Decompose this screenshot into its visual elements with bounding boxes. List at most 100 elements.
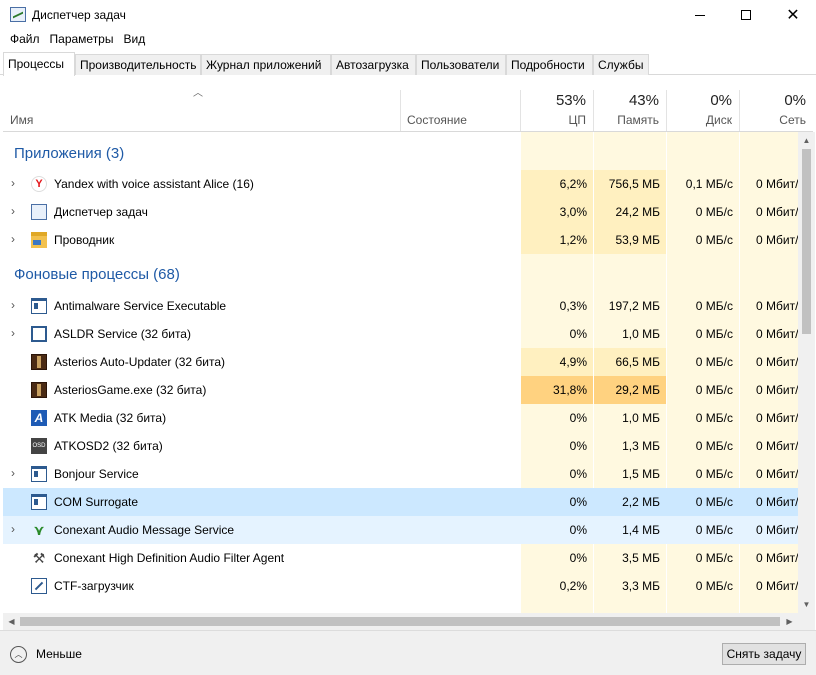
close-icon: ✕ (786, 7, 800, 24)
table-row[interactable]: › Y Yandex with voice assistant Alice (16)… (3, 170, 798, 198)
table-row[interactable]: A ATK Media (32 бита) 0% 1,0 МБ 0 МБ/с 0 Мбит… (3, 404, 798, 432)
process-name: Диспетчер задач (54, 205, 148, 219)
ctf-icon (31, 578, 47, 594)
disk-value: 0 МБ/с (695, 551, 733, 565)
column-header-state[interactable]: Состояние (401, 90, 520, 131)
cpu-value: 0% (569, 551, 587, 565)
disk-value: 0 МБ/с (695, 299, 733, 313)
asterios-icon (31, 354, 47, 370)
close-button[interactable]: ✕ (770, 0, 816, 30)
window-icon (31, 466, 47, 482)
table-row[interactable]: COM Surrogate 0% 2,2 МБ 0 МБ/с 0 Мбит/с (3, 488, 798, 516)
tab-app-history[interactable]: Журнал приложений (201, 54, 331, 75)
network-value: 0 Мбит/с (756, 439, 798, 453)
disk-total-percent: 0% (710, 92, 732, 109)
process-name: AsteriosGame.exe (32 бита) (54, 383, 207, 397)
memory-value: 1,0 МБ (622, 327, 660, 341)
memory-value: 29,2 МБ (594, 376, 666, 404)
column-header-cpu[interactable]: 53% ЦП (521, 90, 593, 131)
tab-processes[interactable]: Процессы (3, 52, 75, 76)
cpu-value: 4,9% (521, 348, 593, 376)
tab-details[interactable]: Подробности (506, 54, 593, 75)
group-background: Фоновые процессы (68) (3, 260, 798, 290)
menu-view[interactable]: Вид (120, 30, 152, 50)
tab-users[interactable]: Пользователи (416, 54, 506, 75)
tools-icon: ⚒ (32, 550, 46, 566)
maximize-button[interactable] (723, 0, 769, 30)
chevron-right-icon[interactable]: › (11, 226, 15, 254)
group-background-title: Фоновые процессы (68) (14, 266, 180, 283)
vertical-scroll-thumb[interactable] (802, 149, 811, 334)
tab-services[interactable]: Службы (593, 54, 649, 75)
disk-value: 0 МБ/с (695, 205, 733, 219)
fewer-details-button[interactable]: ︿ Меньше (10, 644, 82, 664)
chevron-right-icon[interactable]: › (11, 320, 15, 348)
memory-value: 1,4 МБ (622, 523, 660, 537)
cpu-value: 0,3% (559, 299, 587, 313)
column-header-disk[interactable]: 0% Диск (667, 90, 739, 131)
end-task-button[interactable]: Снять задачу (722, 643, 806, 665)
column-cpu-label: ЦП (568, 113, 586, 127)
column-header-name[interactable]: Имя (3, 90, 400, 131)
cpu-value: 31,8% (521, 376, 593, 404)
minimize-button[interactable] (677, 0, 723, 30)
disk-value: 0,1 МБ/с (685, 177, 733, 191)
memory-value: 1,0 МБ (622, 411, 660, 425)
table-row[interactable]: › ⋎ Conexant Audio Message Service 0% 1,4 МБ… (3, 516, 798, 544)
tab-startup[interactable]: Автозагрузка (331, 54, 416, 75)
network-value: 0 Мбит/с (756, 551, 798, 565)
table-row[interactable]: Asterios Auto-Updater (32 бита) 4,9% 66,5 … (3, 348, 798, 376)
task-manager-icon (10, 7, 26, 22)
memory-value: 197,2 МБ (608, 299, 660, 313)
scroll-right-icon[interactable]: ▶ (781, 613, 798, 630)
process-list: Приложения (3) Фоновые процессы (68) › Y Y… (3, 132, 798, 613)
table-row[interactable]: CTF-загрузчик 0,2% 3,3 МБ 0 МБ/с 0 Мбит/с (3, 572, 798, 600)
chevron-right-icon[interactable]: › (11, 170, 15, 198)
table-row[interactable]: › Antimalware Service Executable 0,3% 197,2… (3, 292, 798, 320)
cpu-value: 6,2% (521, 170, 593, 198)
conexant-icon: ⋎ (33, 522, 45, 538)
table-row[interactable]: › Bonjour Service 0% 1,5 МБ 0 МБ/с 0 Мбит/с (3, 460, 798, 488)
network-value: 0 Мбит/с (756, 327, 798, 341)
menu-bar: Файл Параметры Вид (0, 30, 152, 50)
table-row[interactable]: ⚒ Conexant High Definition Audio Filter A… (3, 544, 798, 572)
tab-performance[interactable]: Производительность (75, 54, 201, 75)
table-row[interactable]: › Диспетчер задач 3,0%24,2 МБ 0 МБ/с 0 Мбит/… (3, 198, 798, 226)
network-value: 0 Мбит/с (756, 411, 798, 425)
memory-value: 3,5 МБ (622, 551, 660, 565)
network-value: 0 Мбит/с (756, 299, 798, 313)
chevron-right-icon[interactable]: › (11, 198, 15, 226)
chevron-right-icon[interactable]: › (11, 292, 15, 320)
network-value: 0 Мбит/с (756, 579, 798, 593)
column-header-memory[interactable]: 43% Память (594, 90, 666, 131)
maximize-icon (741, 10, 751, 20)
scroll-down-icon[interactable]: ▼ (798, 596, 815, 613)
table-row[interactable]: OSD ATKOSD2 (32 бита) 0% 1,3 МБ 0 МБ/с 0 Мбит… (3, 432, 798, 460)
chevron-right-icon[interactable]: › (11, 460, 15, 488)
process-name: Conexant High Definition Audio Filter Ag… (54, 551, 285, 565)
column-header-network[interactable]: 0% Сеть (740, 90, 813, 131)
table-row[interactable]: › ASLDR Service (32 бита) 0% 1,0 МБ 0 МБ/с 0 … (3, 320, 798, 348)
column-state-label: Состояние (407, 113, 467, 127)
scroll-up-icon[interactable]: ▲ (798, 132, 815, 149)
cpu-value: 3,0% (521, 198, 593, 226)
folder-icon (31, 232, 47, 248)
vertical-scrollbar[interactable]: ▲ ▼ (798, 132, 815, 613)
menu-file[interactable]: Файл (0, 30, 47, 50)
chevron-right-icon[interactable]: › (11, 516, 15, 544)
disk-value: 0 МБ/с (695, 523, 733, 537)
column-name-label: Имя (10, 113, 34, 127)
chevron-up-circle-icon: ︿ (10, 645, 27, 663)
horizontal-scrollbar[interactable]: ◀ ▶ (3, 613, 798, 630)
process-name: ATKOSD2 (32 бита) (54, 439, 163, 453)
scroll-left-icon[interactable]: ◀ (3, 613, 20, 630)
table-row[interactable]: AsteriosGame.exe (32 бита) 31,8% 29,2 МБ 0 … (3, 376, 798, 404)
menu-options[interactable]: Параметры (47, 30, 121, 50)
horizontal-scroll-thumb[interactable] (20, 617, 780, 626)
asterios-icon (31, 382, 47, 398)
memory-value: 756,5 МБ (594, 170, 666, 198)
cpu-value: 0% (569, 411, 587, 425)
table-row[interactable]: › Проводник 1,2%53,9 МБ 0 МБ/с 0 Мбит/с (3, 226, 798, 254)
memory-value: 1,5 МБ (622, 467, 660, 481)
group-apps-title: Приложения (3) (14, 145, 125, 162)
